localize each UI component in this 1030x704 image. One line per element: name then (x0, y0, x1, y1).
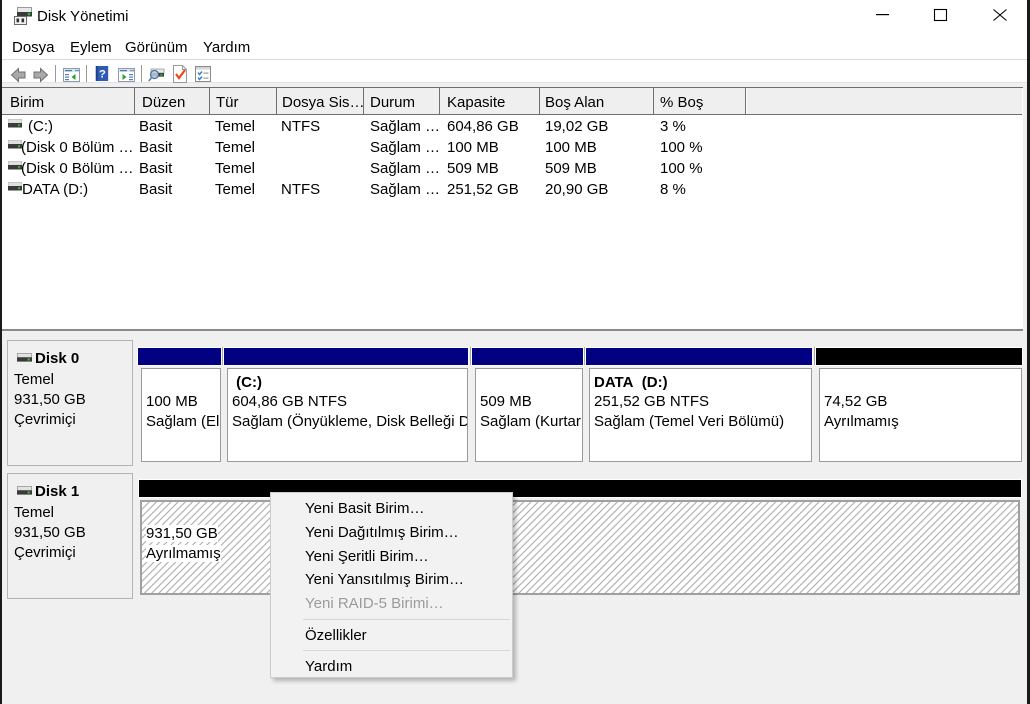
svg-text:?: ? (99, 68, 106, 80)
